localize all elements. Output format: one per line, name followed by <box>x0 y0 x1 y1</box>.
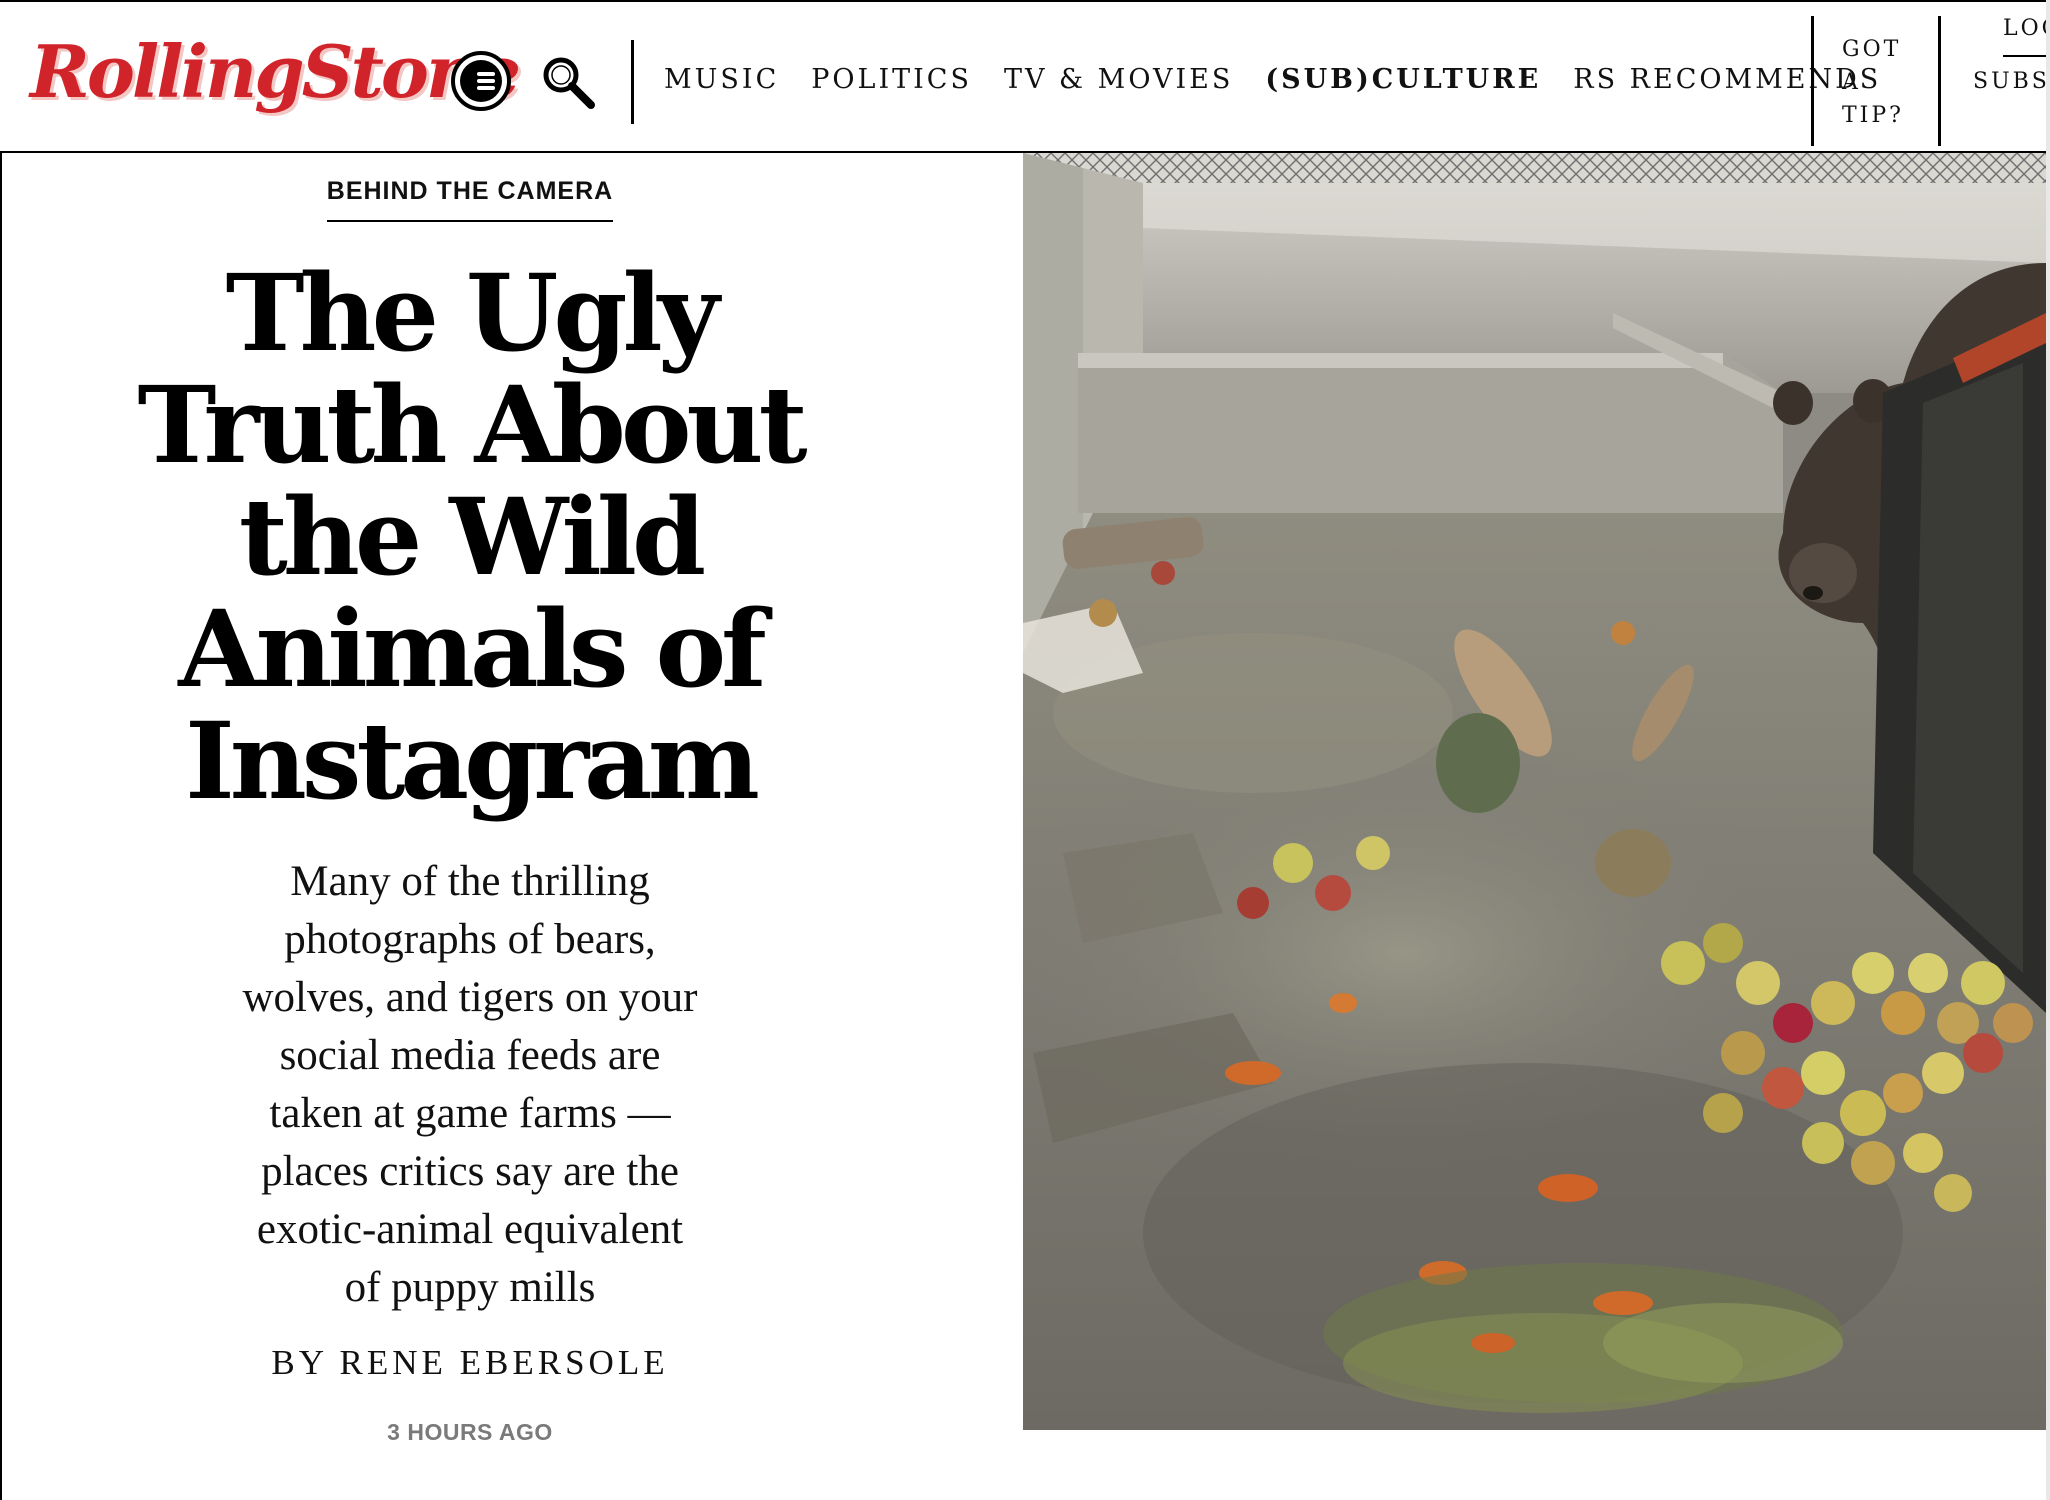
nav-item-politics[interactable]: POLITICS <box>811 62 972 98</box>
page-border <box>0 153 2 1500</box>
login-underline <box>2003 55 2050 57</box>
nav-item-music[interactable]: MUSIC <box>664 62 779 98</box>
menu-icon[interactable] <box>451 51 511 111</box>
dek-line: places critics say are the <box>261 1148 679 1195</box>
search-icon[interactable] <box>538 52 598 112</box>
tip-line: TIP? <box>1842 103 1904 128</box>
hero-photo-illustration <box>1023 153 2046 1430</box>
article-timestamp: 3 HOURS AGO <box>387 1419 553 1445</box>
nav-divider <box>631 40 634 124</box>
got-a-tip-link[interactable]: GOT A TIP? <box>1842 33 1932 132</box>
article-header: BEHIND THE CAMERA The Ugly Truth About t… <box>60 153 880 1446</box>
window-edge <box>2046 0 2050 1500</box>
main-nav: MUSIC POLITICS TV & MOVIES (SUB)CULTURE … <box>664 62 1913 98</box>
hero-photo <box>1023 153 2046 1430</box>
dek-line: wolves, and tigers on your <box>242 974 698 1021</box>
nav-item-tv-movies[interactable]: TV & MOVIES <box>1004 62 1233 98</box>
site-header: RollingStone MUSIC POLITICS TV & MOVIES … <box>0 0 2050 153</box>
dek-line: photographs of bears, <box>284 916 656 963</box>
headline-line: the Wild <box>238 474 706 599</box>
tip-divider-right <box>1938 16 1941 146</box>
menu-icon-ring <box>460 60 502 102</box>
login-link[interactable]: LOG <box>2003 16 2050 41</box>
headline-line: Truth About <box>137 362 807 487</box>
headline-line: The Ugly <box>225 250 720 375</box>
site-logo[interactable]: RollingStone <box>30 36 521 108</box>
dek-line: of puppy mills <box>344 1264 596 1311</box>
headline-line: Animals of <box>178 586 767 711</box>
article-dek: Many of the thrilling photographs of bea… <box>190 853 750 1317</box>
tip-line: GOT <box>1842 37 1902 62</box>
nav-item-rs-recommends[interactable]: RS RECOMMENDS <box>1573 62 1881 98</box>
dek-line: social media feeds are <box>279 1032 661 1079</box>
article-rubric[interactable]: BEHIND THE CAMERA <box>326 177 614 222</box>
subscribe-link[interactable]: SUBSC <box>1973 69 2050 94</box>
dek-line: exotic-animal equivalent <box>256 1206 684 1253</box>
tip-line: A <box>1842 70 1861 95</box>
headline-line: Instagram <box>185 698 760 823</box>
tip-divider-left <box>1811 16 1814 146</box>
article-headline: The Ugly Truth About the Wild Animals of… <box>60 257 880 817</box>
article-byline[interactable]: BY RENE EBERSOLE <box>60 1343 880 1383</box>
dek-line: taken at game farms — <box>269 1090 671 1137</box>
nav-item-subculture[interactable]: (SUB)CULTURE <box>1265 62 1541 98</box>
dek-line: Many of the thrilling <box>290 858 650 905</box>
